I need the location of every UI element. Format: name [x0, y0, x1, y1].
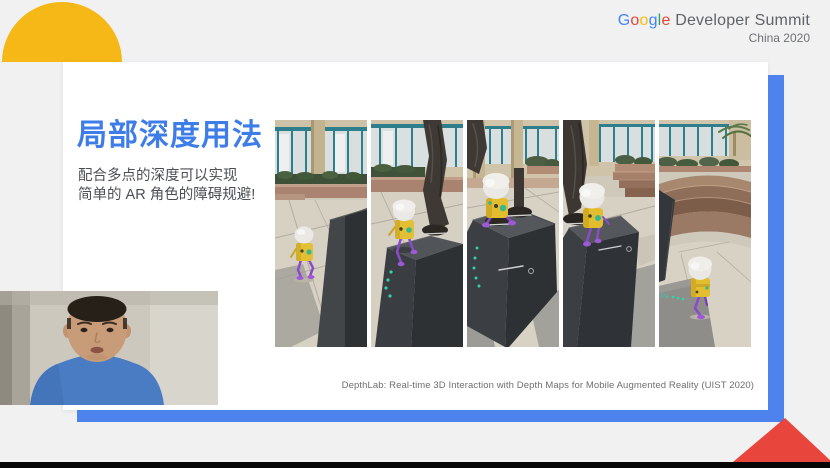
subtitle-line-2: 简单的 AR 角色的障碍规避! [78, 186, 255, 205]
ar-frame-strip: Pa [275, 120, 755, 347]
paper-citation: DepthLab: Real-time 3D Interaction with … [342, 380, 754, 391]
slide-subtitle: 配合多点的深度可以实现 简单的 AR 角色的障碍规避! [78, 167, 255, 205]
subtitle-line-1: 配合多点的深度可以实现 [78, 167, 255, 186]
yellow-semicircle-decoration [2, 2, 122, 62]
ar-frame-3 [467, 120, 559, 347]
presentation-video-frame: Google Developer Summit China 2020 局部深度用… [0, 0, 830, 468]
event-title: Google Developer Summit [618, 12, 810, 30]
ar-frame-1 [275, 120, 367, 347]
event-edition: China 2020 [618, 31, 810, 45]
ar-frame-4 [563, 120, 655, 347]
blue-accent-bar-bottom [77, 410, 783, 422]
speaker-webcam [0, 291, 218, 405]
speaker-video [0, 291, 218, 405]
svg-text:Pa: Pa [661, 294, 669, 300]
red-triangle-decoration [728, 414, 830, 462]
slide-title: 局部深度用法 [77, 110, 263, 154]
blue-accent-bar-right [768, 75, 784, 422]
ar-frame-5: Pa [659, 120, 751, 347]
google-logo-text: Google [618, 12, 671, 29]
event-title-rest: Developer Summit [671, 12, 810, 29]
event-branding: Google Developer Summit China 2020 [618, 12, 810, 45]
letterbox-bottom-bar [0, 462, 830, 468]
ar-frame-2 [371, 120, 463, 347]
